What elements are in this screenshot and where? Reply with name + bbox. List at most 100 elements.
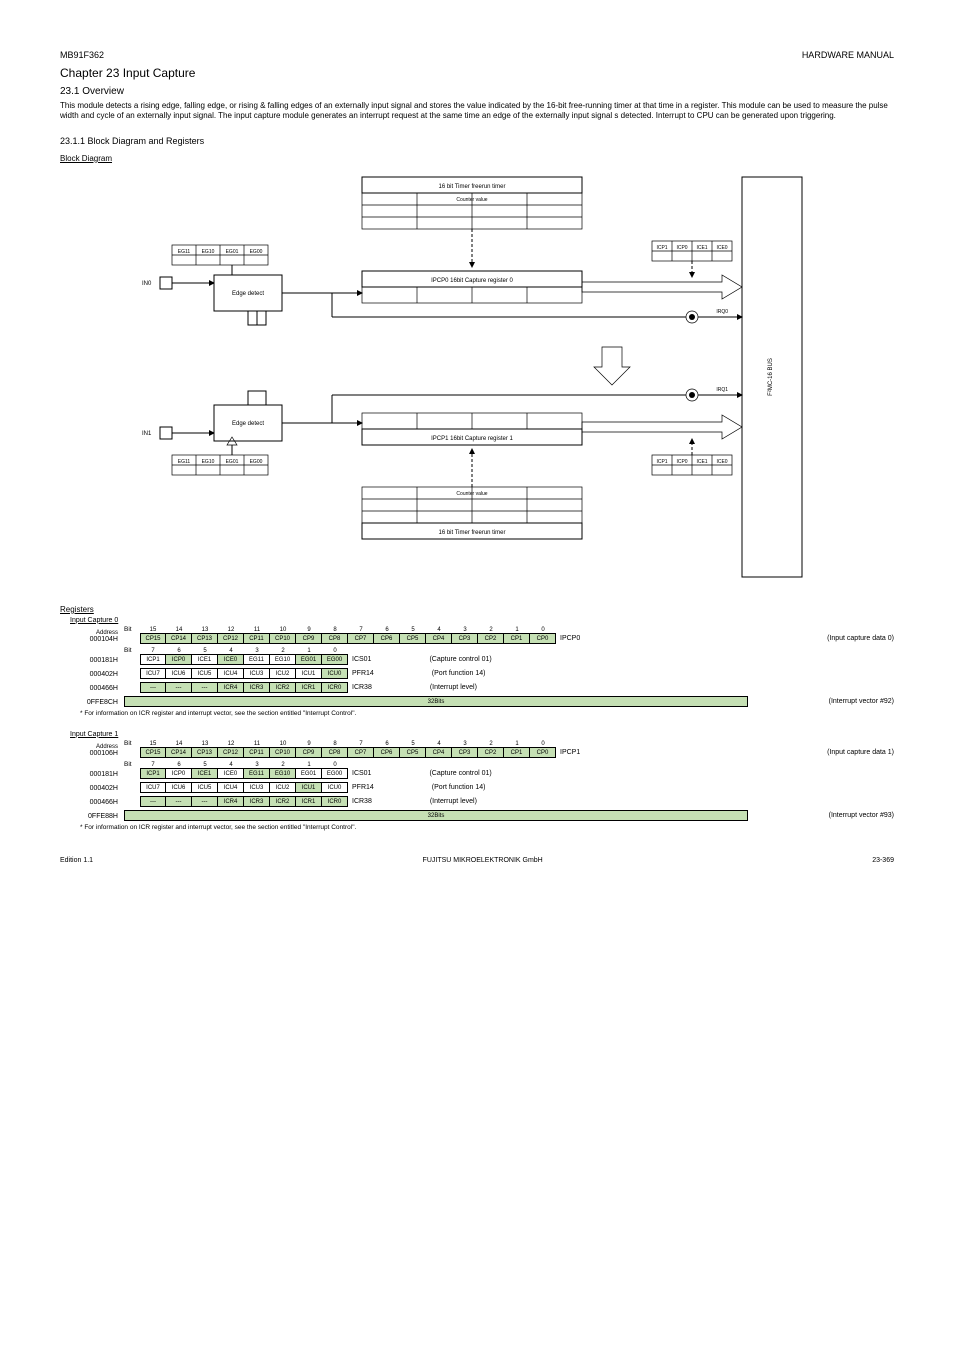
register-row: Address000104HBit1514131211109876543210C…	[70, 626, 894, 644]
bit-cell: CP0	[530, 747, 556, 758]
bit-cell: ICU7	[140, 668, 166, 679]
bit-cell: ---	[140, 682, 166, 693]
bit-cell: ICU0	[322, 782, 348, 793]
bit-cell: ICU4	[218, 668, 244, 679]
chapter-title: Chapter 23 Input Capture	[60, 66, 894, 80]
svg-text:Edge detect: Edge detect	[232, 291, 264, 297]
bit-cell: ICE1	[192, 654, 218, 665]
bit-cell: ICU7	[140, 782, 166, 793]
register-name: IPCP1	[560, 747, 580, 758]
register-address: 000181H	[70, 771, 118, 779]
bit-cell: CP13	[192, 747, 218, 758]
bit-cell: CP5	[400, 633, 426, 644]
bit-cell: ICR3	[244, 796, 270, 807]
svg-text:EG10: EG10	[202, 459, 215, 465]
capture0-title: Input Capture 0	[70, 617, 894, 624]
bit-cell: ---	[192, 796, 218, 807]
intro-paragraph: This module detects a rising edge, falli…	[60, 101, 894, 122]
bit-cell: ---	[166, 682, 192, 693]
bit-cell: ---	[192, 682, 218, 693]
register-desc: (Interrupt level)	[430, 796, 477, 807]
bit-cell: CP1	[504, 633, 530, 644]
register-row: 000466H---------ICR4ICR3ICR2ICR1ICR0ICR3…	[70, 682, 894, 693]
footer-left: Edition 1.1	[60, 857, 93, 864]
bit-cell: CP4	[426, 747, 452, 758]
svg-text:Edge detect: Edge detect	[232, 421, 264, 427]
register-row: Address000106HBit1514131211109876543210C…	[70, 740, 894, 758]
bit-cell: CP12	[218, 747, 244, 758]
capture1-title: Input Capture 1	[70, 731, 894, 738]
bit-cell: ICE0	[218, 768, 244, 779]
bit-cell: EG01	[296, 654, 322, 665]
footer-right: 23-369	[872, 857, 894, 864]
bit-cell: ICU1	[296, 668, 322, 679]
bit-cell: ICU2	[270, 668, 296, 679]
bit-cell: ICE1	[192, 768, 218, 779]
bit-cell: ICP0	[166, 768, 192, 779]
bit-cell: ICE0	[218, 654, 244, 665]
svg-text:IRQ1: IRQ1	[716, 387, 728, 393]
bit-cell: ICR4	[218, 682, 244, 693]
bit-cell: CP3	[452, 747, 478, 758]
bit-cell: CP6	[374, 747, 400, 758]
register-address: 000466H	[70, 799, 118, 807]
svg-text:EG01: EG01	[226, 459, 239, 465]
register-name: PFR14	[352, 668, 374, 679]
block-diagram-label: Block Diagram	[60, 154, 894, 163]
register-desc: (Interrupt level)	[430, 682, 477, 693]
bit-cell: EG01	[296, 768, 322, 779]
register-row: 000402HICU7ICU6ICU5ICU4ICU3ICU2ICU1ICU0P…	[70, 668, 894, 679]
bit-cell: ICR3	[244, 682, 270, 693]
bit-cell: CP2	[478, 633, 504, 644]
register-address: 000466H	[70, 685, 118, 693]
block-diagram: F²MC-16 BUS 16 bit Timer freerun timer C…	[132, 167, 822, 587]
bit-cell: ---	[140, 796, 166, 807]
register-address: 000181H	[70, 657, 118, 665]
bit-cell: CP11	[244, 633, 270, 644]
section-title: 23.1 Overview	[60, 86, 894, 97]
input-capture-1: Input Capture 1 Address000106HBit1514131…	[70, 731, 894, 831]
vector-desc-0: (Interrupt vector #92)	[829, 696, 894, 707]
register-row: 000402HICU7ICU6ICU5ICU4ICU3ICU2ICU1ICU0P…	[70, 782, 894, 793]
bit-cell: CP5	[400, 747, 426, 758]
vector-desc-1: (Interrupt vector #93)	[829, 810, 894, 821]
bit-cell: CP7	[348, 747, 374, 758]
bit-cell: EG10	[270, 768, 296, 779]
bus-label: F²MC-16 BUS	[768, 358, 774, 396]
register-row: 000181HBit76543210ICP1ICP0ICE1ICE0EG11EG…	[70, 761, 894, 779]
vector-addr-1: 0FFE88H	[70, 813, 118, 821]
bit-cell: ICR1	[296, 796, 322, 807]
register-name: ICS01	[352, 654, 371, 665]
register-desc: (Input capture data 1)	[827, 747, 894, 758]
bit-cell: ICU5	[192, 782, 218, 793]
bit-cell: CP7	[348, 633, 374, 644]
bit-cell: ICU3	[244, 782, 270, 793]
register-address: Address000104H	[70, 630, 118, 644]
vector-addr-0: 0FFE8CH	[70, 699, 118, 707]
svg-text:Counter value: Counter value	[456, 197, 487, 203]
register-desc: (Port function 14)	[432, 782, 486, 793]
bit-cell: EG10	[270, 654, 296, 665]
svg-text:16 bit Timer freerun timer: 16 bit Timer freerun timer	[438, 530, 505, 536]
bit-cell: ICR0	[322, 682, 348, 693]
svg-text:ICE1: ICE1	[696, 459, 707, 465]
svg-text:EG00: EG00	[250, 249, 263, 255]
register-name: ICR38	[352, 682, 372, 693]
bit-cell: ICR0	[322, 796, 348, 807]
register-address: 000402H	[70, 671, 118, 679]
svg-text:EG11: EG11	[178, 459, 191, 465]
page-header: MB91F362 HARDWARE MANUAL	[60, 50, 894, 60]
bit-cell: CP0	[530, 633, 556, 644]
bit-cell: ICU6	[166, 782, 192, 793]
register-address: Address000106H	[70, 744, 118, 758]
footer-center: FUJITSU MIKROELEKTRONIK GmbH	[423, 857, 543, 864]
svg-text:ICP0: ICP0	[676, 459, 687, 465]
bit-cell: CP15	[140, 633, 166, 644]
vector-bar-0: 32Bits	[124, 696, 748, 707]
register-name: IPCP0	[560, 633, 580, 644]
bit-cell: ICU1	[296, 782, 322, 793]
bit-cell: CP4	[426, 633, 452, 644]
bit-cell: EG00	[322, 654, 348, 665]
svg-text:ICP0: ICP0	[676, 245, 687, 251]
registers-heading: Registers	[60, 605, 894, 614]
